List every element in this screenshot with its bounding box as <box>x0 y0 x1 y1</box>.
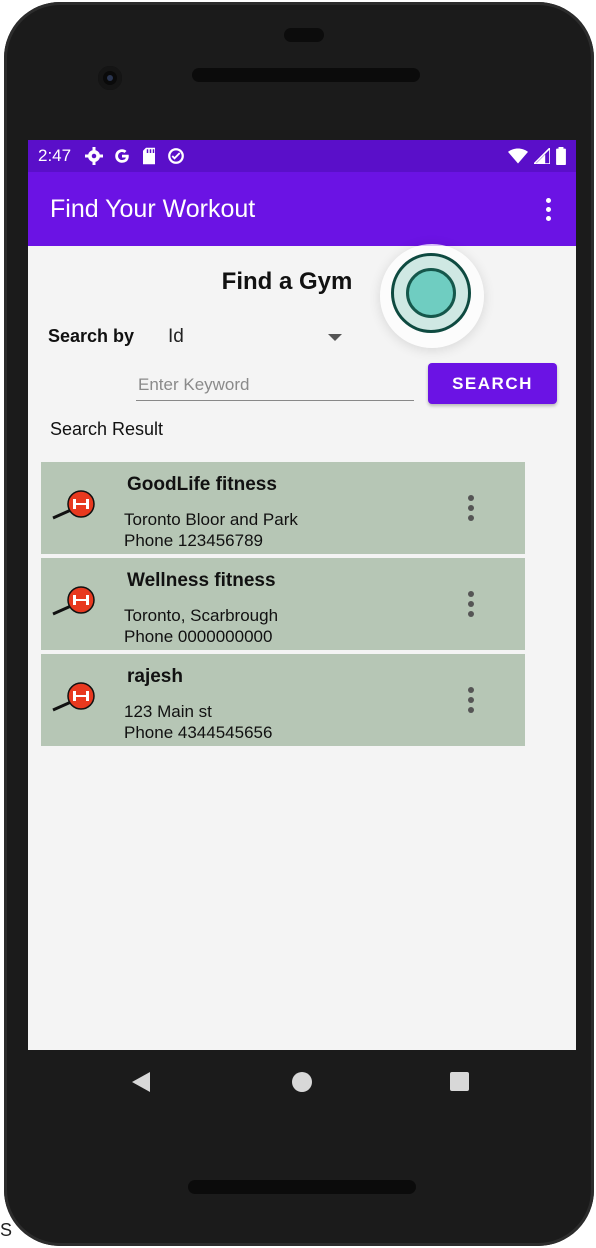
fab-outer-ring <box>391 253 471 333</box>
gym-logo-icon <box>52 586 95 616</box>
gym-name: GoodLife fitness <box>127 474 277 495</box>
sd-card-icon <box>143 147 156 165</box>
item-overflow-menu-icon[interactable] <box>459 684 483 716</box>
google-icon <box>115 149 129 163</box>
fab-inner-circle <box>406 268 456 318</box>
gym-phone: Phone 4344545656 <box>124 723 273 742</box>
keyword-input[interactable] <box>136 370 414 401</box>
battery-icon <box>556 147 566 165</box>
result-item[interactable]: GoodLife fitness Toronto Bloor and Park … <box>41 462 525 554</box>
settings-icon <box>85 147 104 165</box>
item-overflow-menu-icon[interactable] <box>459 588 483 620</box>
status-icons-left <box>85 147 185 165</box>
gym-address: 123 Main st <box>124 702 212 721</box>
data-saver-icon <box>168 148 184 164</box>
back-icon[interactable] <box>132 1072 150 1092</box>
item-overflow-menu-icon[interactable] <box>459 492 483 524</box>
gym-phone: Phone 0000000000 <box>124 627 273 646</box>
app-bar: Find Your Workout <box>28 172 576 246</box>
home-icon[interactable] <box>292 1072 312 1092</box>
edge-text: S <box>0 1220 13 1240</box>
signal-icon <box>534 148 550 164</box>
app-title: Find Your Workout <box>50 194 256 223</box>
gym-logo-icon <box>52 490 95 520</box>
status-time: 2:47 <box>38 146 72 165</box>
front-camera <box>98 66 122 90</box>
search-result-label: Search Result <box>50 419 164 439</box>
search-button[interactable]: SEARCH <box>428 363 557 404</box>
status-bar: 2:47 <box>28 140 576 172</box>
result-list: GoodLife fitness Toronto Bloor and Park … <box>41 462 525 750</box>
top-speaker <box>284 28 324 42</box>
search-by-label: Search by <box>48 326 135 346</box>
result-item[interactable]: Wellness fitness Toronto, Scarbrough Pho… <box>41 558 525 650</box>
gym-name: rajesh <box>127 666 183 687</box>
wifi-icon <box>508 148 528 164</box>
overflow-menu-icon[interactable] <box>536 192 560 226</box>
gym-phone: Phone 123456789 <box>124 531 263 550</box>
earpiece <box>192 68 420 82</box>
gym-address: Toronto, Scarbrough <box>124 606 279 625</box>
recents-icon[interactable] <box>450 1072 469 1091</box>
status-icons-right <box>508 147 566 165</box>
floating-action-button[interactable] <box>380 244 484 348</box>
gym-logo-icon <box>52 682 95 712</box>
result-item[interactable]: rajesh 123 Main st Phone 4344545656 <box>41 654 525 746</box>
search-by-selected: Id <box>168 326 184 347</box>
bottom-speaker <box>188 1180 416 1194</box>
gym-address: Toronto Bloor and Park <box>124 510 298 529</box>
search-by-dropdown[interactable]: Id <box>158 320 348 354</box>
gym-name: Wellness fitness <box>127 570 276 591</box>
app-screen: 2:47 Find Your Workout Find a Gym Search… <box>28 140 576 1050</box>
dropdown-arrow-icon <box>328 333 342 341</box>
